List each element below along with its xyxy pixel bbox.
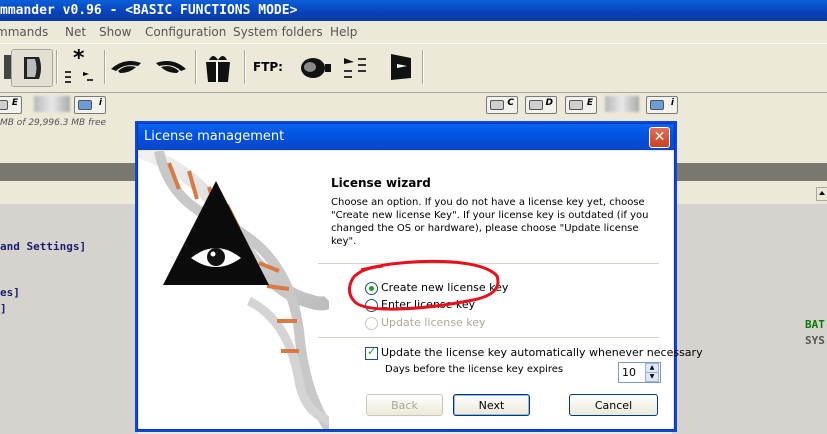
left-panel-line[interactable]: es] <box>0 286 20 299</box>
ftp-label: FTP: <box>253 60 283 74</box>
drive-label-blurred <box>34 96 70 112</box>
wizard-description: Choose an option. If you do not have a l… <box>331 197 649 247</box>
menu-help[interactable]: Help <box>330 25 357 39</box>
next-button[interactable]: Next <box>453 394 530 416</box>
wizard-graphic <box>139 151 329 429</box>
eye-right-icon[interactable] <box>151 49 191 85</box>
eye-left-icon[interactable] <box>106 49 146 85</box>
cancel-button[interactable]: Cancel <box>569 394 658 416</box>
gift-icon[interactable] <box>198 49 238 85</box>
drive-c-button[interactable]: C <box>486 96 518 114</box>
left-panel-line[interactable]: and Settings] <box>0 240 86 253</box>
free-space-left: MB of 29,996.3 MB free <box>0 118 107 128</box>
dialog-title: License management <box>144 129 285 144</box>
dialog-title-bar: License management <box>138 124 674 150</box>
days-label: Days before the license key expires <box>385 364 564 375</box>
right-panel-line[interactable]: SYS <box>805 334 825 347</box>
drive-label-blurred-right <box>605 96 639 112</box>
menu-commands[interactable]: mmands <box>0 25 48 39</box>
update-key-radio[interactable] <box>365 317 378 330</box>
drive-e-button[interactable]: E <box>0 96 22 114</box>
drive-d-button[interactable]: D <box>525 96 557 114</box>
network-drive-button[interactable]: i <box>74 96 106 114</box>
days-value[interactable]: 10 <box>622 366 636 379</box>
menu-configuration[interactable]: Configuration <box>145 25 226 39</box>
wizard-heading: License wizard <box>331 176 431 190</box>
divider <box>318 337 659 338</box>
svg-text:*: * <box>73 49 85 71</box>
close-button[interactable]: ✕ <box>649 127 670 148</box>
select-files-icon[interactable]: * <box>59 49 99 85</box>
update-key-label[interactable]: Update license key <box>381 316 485 329</box>
scroll-arrow[interactable] <box>816 187 827 201</box>
days-stepper[interactable]: 10 ▲ ▼ <box>618 362 661 383</box>
left-panel-line[interactable]: ] <box>0 302 7 315</box>
right-file-panel[interactable]: BAT SYS <box>672 204 827 434</box>
back-button[interactable]: Back <box>366 394 443 416</box>
ftp-connect-icon[interactable] <box>295 49 335 85</box>
license-dialog: License management ✕ License wizard Choo… <box>137 123 703 430</box>
menu-net[interactable]: Net <box>65 25 86 39</box>
toolbar: * FTP: <box>0 43 827 93</box>
drive-e-right-button[interactable]: E <box>565 96 597 114</box>
menu-show[interactable]: Show <box>99 25 131 39</box>
menu-system-folders[interactable]: System folders <box>233 25 323 39</box>
window-title: mmander v0.96 - <BASIC FUNCTIONS MODE> <box>0 3 298 18</box>
ftp-disconnect-icon[interactable] <box>380 49 420 85</box>
ftp-list-icon[interactable] <box>337 49 377 85</box>
auto-update-checkbox[interactable] <box>365 345 378 360</box>
close-icon: ✕ <box>653 129 666 145</box>
screen-icon[interactable] <box>11 49 53 87</box>
red-annotation-circle <box>348 259 500 311</box>
right-panel-line[interactable]: BAT <box>805 318 825 331</box>
auto-update-label[interactable]: Update the license key automatically whe… <box>381 346 703 359</box>
spin-down-icon[interactable]: ▼ <box>645 372 659 382</box>
menu-bar: mmands Net Show Configuration System fol… <box>0 22 827 42</box>
window-title-bar: mmander v0.96 - <BASIC FUNCTIONS MODE> <box>0 0 827 21</box>
network-drive-right-button[interactable]: i <box>646 96 678 114</box>
left-file-panel[interactable]: and Settings] es] ] <box>0 204 138 434</box>
